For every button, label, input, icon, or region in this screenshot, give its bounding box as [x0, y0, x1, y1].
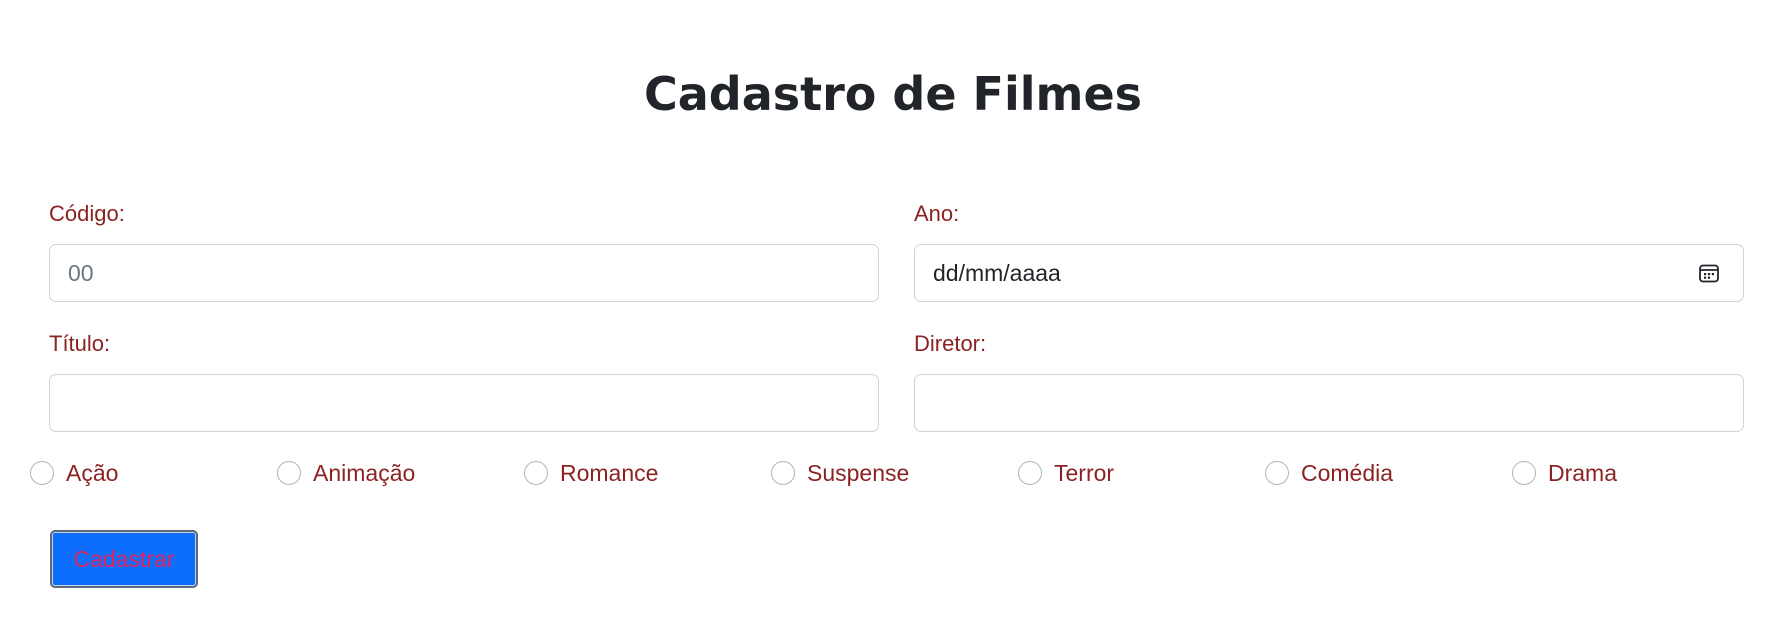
- genre-option-acao[interactable]: Ação: [30, 458, 118, 488]
- titulo-label: Título:: [49, 331, 111, 356]
- cadastrar-button[interactable]: Cadastrar: [50, 530, 198, 588]
- codigo-label: Código:: [49, 201, 125, 226]
- diretor-input[interactable]: [914, 374, 1744, 432]
- ano-date-input[interactable]: dd/mm/aaaa: [914, 244, 1744, 302]
- titulo-input[interactable]: [49, 374, 879, 432]
- genre-label[interactable]: Comédia: [1301, 460, 1393, 487]
- codigo-input[interactable]: [49, 244, 879, 302]
- calendar-icon[interactable]: [1697, 261, 1721, 285]
- genre-option-terror[interactable]: Terror: [1018, 458, 1114, 488]
- radio-button[interactable]: [277, 461, 301, 485]
- genre-option-suspense[interactable]: Suspense: [771, 458, 909, 488]
- genre-option-romance[interactable]: Romance: [524, 458, 658, 488]
- genre-label[interactable]: Drama: [1548, 460, 1617, 487]
- radio-button[interactable]: [524, 461, 548, 485]
- page-title: Cadastro de Filmes: [643, 67, 1143, 121]
- genre-label[interactable]: Terror: [1054, 460, 1114, 487]
- radio-button[interactable]: [1265, 461, 1289, 485]
- radio-button[interactable]: [771, 461, 795, 485]
- radio-button[interactable]: [1018, 461, 1042, 485]
- diretor-label: Diretor:: [914, 331, 987, 356]
- genre-option-drama[interactable]: Drama: [1512, 458, 1617, 488]
- genre-option-animacao[interactable]: Animação: [277, 458, 415, 488]
- genre-label[interactable]: Suspense: [807, 460, 909, 487]
- genre-label[interactable]: Romance: [560, 460, 658, 487]
- calendar-icon-graphic: [1699, 264, 1719, 283]
- ano-date-value: dd/mm/aaaa: [933, 259, 1061, 286]
- genre-label[interactable]: Ação: [66, 460, 118, 487]
- genre-option-comedia[interactable]: Comédia: [1265, 458, 1393, 488]
- genre-radio-group: Ação Animação Romance Suspense Terror Co…: [30, 458, 1760, 488]
- ano-label: Ano:: [914, 201, 960, 226]
- radio-button[interactable]: [1512, 461, 1536, 485]
- radio-button[interactable]: [30, 461, 54, 485]
- genre-label[interactable]: Animação: [313, 460, 415, 487]
